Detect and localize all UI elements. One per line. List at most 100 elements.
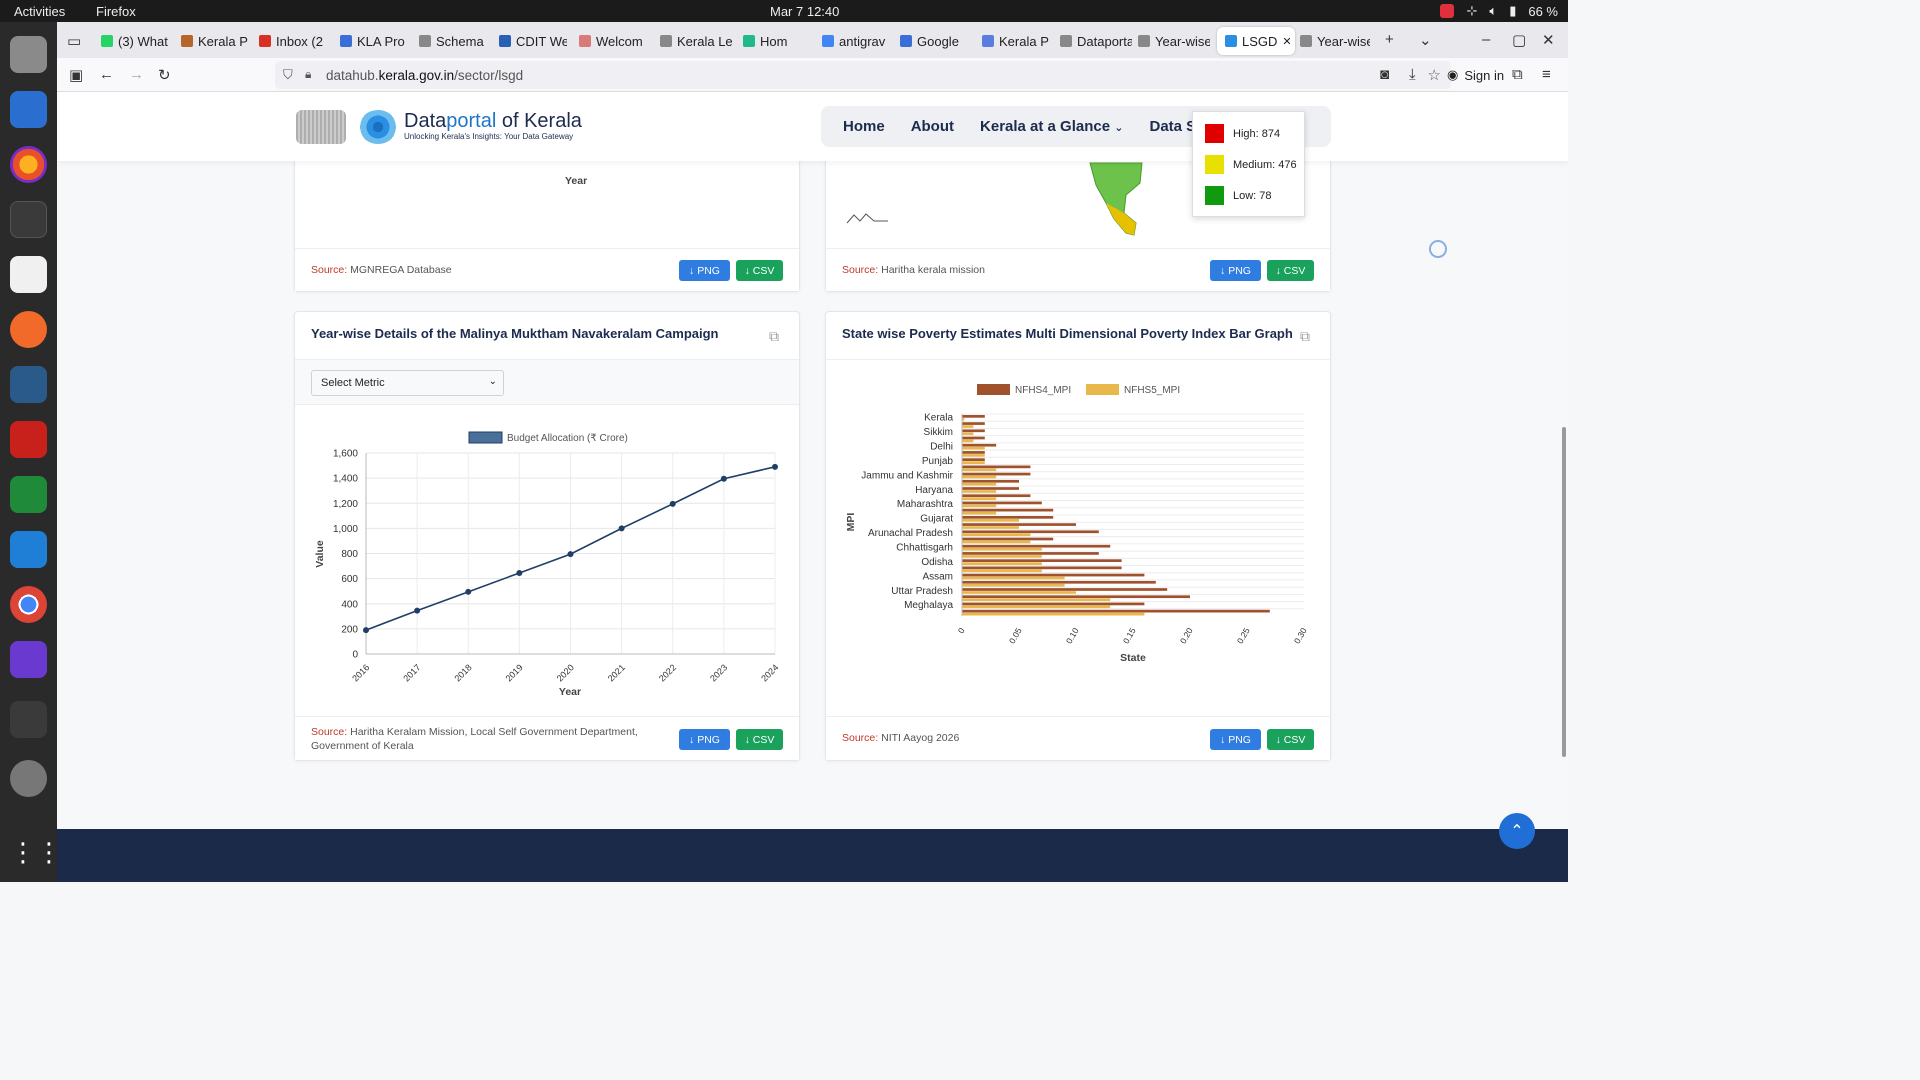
browser-tab[interactable]: CDIT We [499, 27, 567, 55]
metric-select[interactable]: Select Metric ⌄ [311, 370, 504, 396]
writer-icon[interactable] [10, 91, 47, 128]
download-csv-button[interactable]: ↓ CSV [736, 729, 783, 750]
y-tick-label: 200 [341, 624, 358, 635]
browser-tab[interactable]: Kerala Legi [660, 27, 732, 55]
reload-icon[interactable]: ↻ [158, 66, 171, 84]
bar [962, 458, 985, 461]
tab-label: Kerala P [198, 33, 248, 49]
extensions-icon[interactable]: ⧉ [1512, 66, 1523, 83]
browser-tab[interactable]: antigrav [822, 27, 892, 55]
browser-tab[interactable]: Kerala P [982, 27, 1050, 55]
nav-kerala-at-a-glance[interactable]: Kerala at a Glance ⌄ [980, 118, 1123, 135]
map-legend-item: Medium: 476 [1205, 155, 1297, 174]
browser-tab[interactable]: Hom [743, 27, 815, 55]
shield-icon[interactable]: ⛉ [283, 67, 293, 83]
new-tab-icon[interactable]: + [1385, 31, 1394, 48]
page-scrollbar[interactable] [1562, 427, 1566, 757]
text-editor-icon[interactable] [10, 256, 47, 293]
tab-label: Year-wise D [1155, 33, 1210, 49]
disk-icon[interactable] [10, 760, 47, 797]
site-logo-title[interactable]: Dataportal of Kerala [404, 110, 582, 133]
browser-tab[interactable]: Welcom [579, 27, 647, 55]
sublime-text-icon[interactable] [10, 701, 47, 738]
system-clock[interactable]: Mar 7 12:40 [770, 4, 839, 19]
browser-tab[interactable]: Google [900, 27, 972, 55]
external-link-icon[interactable]: ⧉ [769, 328, 779, 345]
postman-icon[interactable] [10, 311, 47, 348]
active-app-name[interactable]: Firefox [96, 4, 136, 19]
lock-icon[interactable]: 🔒︎ [305, 67, 311, 82]
download-png-button[interactable]: ↓ PNG [679, 729, 730, 750]
sign-in-label: Sign in [1464, 67, 1505, 83]
system-tray[interactable]: ⊹ 🔈︎ ▮ 66 % [1440, 3, 1558, 19]
external-link-icon[interactable]: ⧉ [1300, 328, 1310, 345]
tab-favicon-icon [900, 35, 912, 47]
y-tick-label: Uttar Pradesh [891, 586, 953, 597]
forward-icon[interactable]: → [129, 66, 144, 83]
ghost-app-icon[interactable] [10, 641, 47, 678]
firefox-icon[interactable] [10, 146, 47, 183]
chrome-icon[interactable] [10, 586, 47, 623]
browser-tab[interactable]: Dataportal [1060, 27, 1132, 55]
data-point [720, 475, 727, 482]
bar [962, 465, 1031, 469]
menu-icon[interactable]: ≡ [1542, 66, 1551, 83]
app-grid-icon[interactable]: ⋮⋮ [10, 834, 62, 871]
y-tick-label: 0 [352, 650, 358, 661]
close-tab-icon[interactable]: ✕ [1282, 35, 1291, 48]
legend-swatch [1205, 155, 1224, 174]
data-point [618, 525, 625, 532]
minimize-window-icon[interactable]: – [1482, 31, 1490, 48]
poverty-mpi-card: State wise Poverty Estimates Multi Dimen… [825, 311, 1331, 761]
back-icon[interactable]: ← [99, 66, 114, 83]
files-icon[interactable] [10, 36, 47, 73]
legend-swatch [1205, 124, 1224, 143]
terminal-icon[interactable] [10, 201, 47, 238]
tab-overview-icon[interactable]: ▭ [67, 32, 81, 50]
download-png-button[interactable]: ↓ PNG [679, 260, 730, 281]
screenshot-icon[interactable]: ◙ [1380, 66, 1389, 83]
downloads-icon[interactable]: ⤓ [1409, 66, 1416, 83]
nav-about[interactable]: About [911, 118, 954, 135]
y-tick-label: Arunachal Pradesh [868, 528, 953, 539]
activities-button[interactable]: Activities [14, 4, 65, 19]
tab-favicon-icon [1060, 35, 1072, 47]
bar [962, 595, 1190, 599]
download-csv-button[interactable]: ↓ CSV [1267, 729, 1314, 750]
browser-tab[interactable]: KLA Pro [340, 27, 408, 55]
download-csv-button[interactable]: ↓ CSV [736, 260, 783, 281]
browser-tab[interactable]: Year-wise D [1138, 27, 1210, 55]
vscode-icon[interactable] [10, 531, 47, 568]
nav-home[interactable]: Home [843, 118, 885, 135]
budget-line-chart[interactable]: 0 200 400 600 800 1,000 1,200 1,400 1,600 2016 201… [295, 412, 801, 712]
download-png-button[interactable]: ↓ PNG [1210, 260, 1261, 281]
browser-tab[interactable]: Year-wise D [1300, 27, 1370, 55]
browser-tab[interactable]: Schema of [419, 27, 487, 55]
browser-tab[interactable]: LSGD ✕ [1217, 27, 1295, 55]
browser-tab[interactable]: (3) What [101, 27, 171, 55]
browser-tab[interactable]: Inbox (2 [259, 27, 329, 55]
screen-record-icon[interactable] [1440, 4, 1455, 18]
bar [962, 487, 1019, 490]
sign-in-button[interactable]: ◉ Sign in [1439, 62, 1512, 88]
close-window-icon[interactable]: ✕ [1542, 31, 1555, 49]
browser-tab[interactable]: Kerala P [181, 27, 249, 55]
tab-list-chevron-icon[interactable]: ⌄ [1419, 31, 1432, 49]
url-text[interactable]: datahub.kerala.gov.in/sector/lsgd [326, 68, 523, 83]
mysql-workbench-icon[interactable] [10, 366, 47, 403]
mpi-bar-chart[interactable]: 0 0.05 0.10 0.15 0.20 0.25 0.30 Kerala Sikkim Del… [826, 372, 1332, 672]
dataportal-logo-icon[interactable] [359, 110, 397, 144]
sidebar-toggle-icon[interactable]: ▣ [69, 66, 83, 84]
spreadsheet-icon[interactable] [10, 476, 47, 513]
kerala-map[interactable] [1088, 161, 1158, 236]
download-png-button[interactable]: ↓ PNG [1210, 729, 1261, 750]
scroll-to-top-button[interactable]: ⌃ [1499, 813, 1535, 849]
y-tick-label: Maharashtra [897, 499, 954, 510]
bar [962, 508, 1054, 512]
kerala-emblem-icon[interactable] [296, 110, 346, 144]
download-csv-button[interactable]: ↓ CSV [1267, 260, 1314, 281]
y-tick-label: Haryana [915, 485, 953, 496]
filezilla-icon[interactable] [10, 421, 47, 458]
maximize-window-icon[interactable]: ▢ [1512, 31, 1526, 49]
url-bar[interactable]: ⛉ 🔒︎ datahub.kerala.gov.in/sector/lsgd ☆ [275, 61, 1451, 89]
